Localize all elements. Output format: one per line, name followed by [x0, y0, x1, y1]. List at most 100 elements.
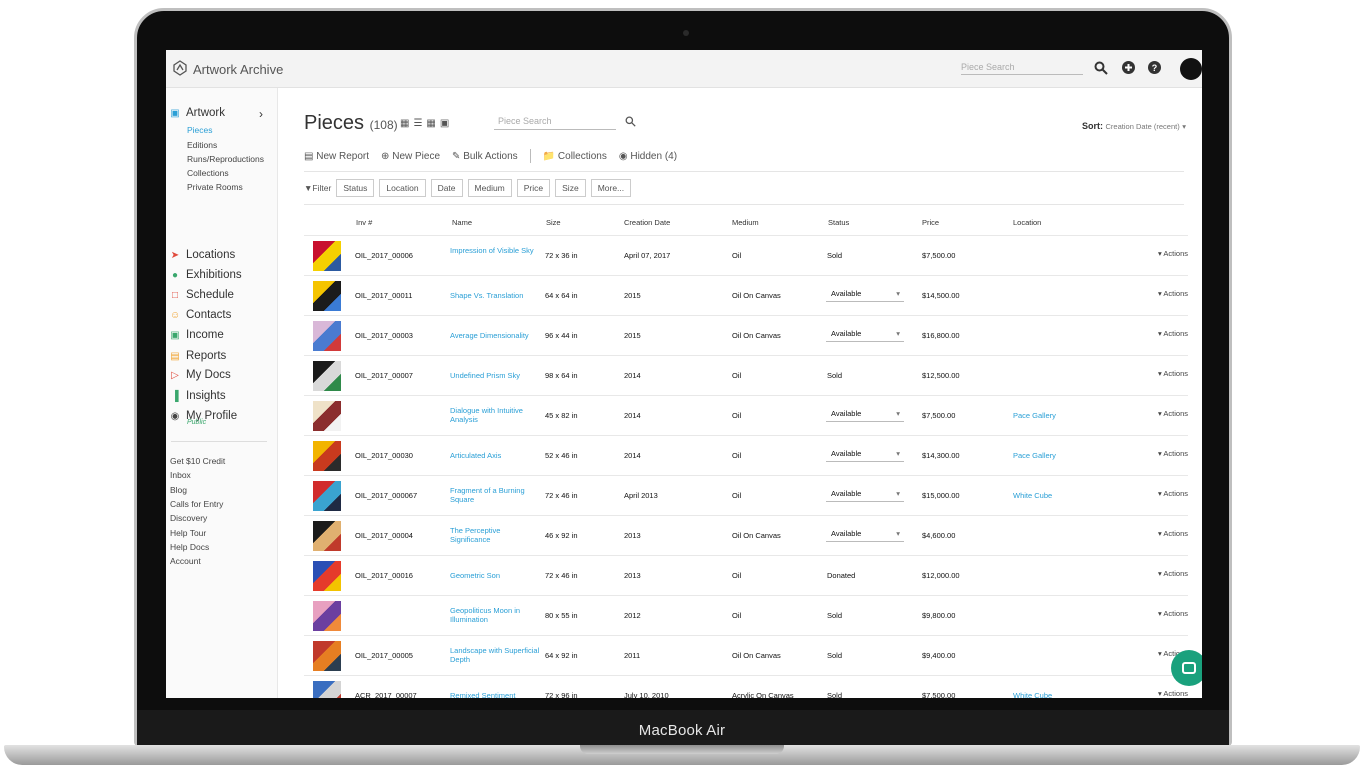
artwork-thumbnail[interactable] — [313, 601, 341, 631]
actions-dropdown[interactable]: ▾ Actions — [1158, 369, 1188, 378]
collections-button[interactable]: 📁 Collections — [543, 151, 607, 162]
actions-dropdown[interactable]: ▾ Actions — [1158, 329, 1188, 338]
column-header-location[interactable]: Location — [1013, 218, 1041, 227]
search-icon[interactable] — [1094, 61, 1108, 78]
search-icon[interactable] — [625, 116, 636, 130]
sidebar-item-income[interactable]: ▣ Income — [170, 329, 223, 341]
artwork-thumbnail[interactable] — [313, 321, 341, 351]
top-search-input[interactable]: Piece Search — [961, 62, 1083, 75]
sidebar-link-blog[interactable]: Blog — [170, 485, 187, 495]
table-row[interactable]: Dialogue with Intuitive Analysis 45 x 82 … — [304, 395, 1188, 435]
actions-dropdown[interactable]: ▾ Actions — [1158, 609, 1188, 618]
new-report-button[interactable]: ▤ New Report — [304, 151, 369, 162]
filter-label[interactable]: ▼Filter — [304, 183, 331, 193]
hidden-button[interactable]: ◉ Hidden (4) — [619, 151, 677, 162]
sidebar-link-account[interactable]: Account — [170, 556, 201, 566]
sidebar-item-contacts[interactable]: ☺ Contacts — [170, 309, 231, 321]
filter-chip-more[interactable]: More... — [590, 179, 632, 197]
actions-dropdown[interactable]: ▾ Actions — [1158, 449, 1188, 458]
table-row[interactable]: OIL_2017_00011 Shape Vs. Translation 64 x … — [304, 275, 1188, 315]
piece-name-link[interactable]: Dialogue with Intuitive Analysis — [450, 406, 542, 424]
chevron-right-icon[interactable]: › — [259, 107, 263, 121]
piece-name-link[interactable]: Geometric Son — [450, 571, 542, 580]
artwork-thumbnail[interactable] — [313, 561, 341, 591]
sidebar-link-help-tour[interactable]: Help Tour — [170, 528, 206, 538]
sidebar-link-get-10-credit[interactable]: Get $10 Credit — [170, 456, 225, 466]
table-row[interactable]: ACR_2017_00007 Remixed Sentiment 72 x 96 i… — [304, 675, 1188, 698]
sidebar-item-insights[interactable]: ▐ Insights — [170, 390, 225, 402]
table-row[interactable]: OIL_2017_00004 The Perceptive Significanc… — [304, 515, 1188, 555]
avatar[interactable] — [1180, 58, 1202, 80]
table-row[interactable]: OIL_2017_00030 Articulated Axis 52 x 46 in… — [304, 435, 1188, 475]
add-icon[interactable] — [1122, 61, 1135, 77]
filter-chip-location[interactable]: Location — [379, 179, 426, 197]
piece-name-link[interactable]: Average Dimensionality — [450, 331, 542, 340]
status-select[interactable]: Available — [826, 286, 904, 302]
location-link[interactable]: White Cube — [1013, 491, 1052, 500]
app-logo[interactable]: Artwork Archive — [172, 60, 283, 79]
actions-dropdown[interactable]: ▾ Actions — [1158, 409, 1188, 418]
actions-dropdown[interactable]: ▾ Actions — [1158, 489, 1188, 498]
sidebar-sub-runs[interactable]: Runs/Reproductions — [187, 154, 264, 164]
column-header-name[interactable]: Name — [452, 218, 472, 227]
filter-chip-size[interactable]: Size — [555, 179, 586, 197]
filter-chip-date[interactable]: Date — [430, 179, 463, 197]
help-icon[interactable]: ? — [1148, 61, 1161, 77]
image-view-icon[interactable]: ▣ — [440, 118, 453, 129]
sidebar-link-calls-for-entry[interactable]: Calls for Entry — [170, 499, 223, 509]
actions-dropdown[interactable]: ▾ Actions — [1158, 689, 1188, 698]
column-header-medium[interactable]: Medium — [732, 218, 759, 227]
grid-view-icon[interactable]: ▦ — [400, 118, 413, 129]
sidebar-item-reports[interactable]: ▤ Reports — [170, 350, 226, 362]
sidebar-link-inbox[interactable]: Inbox — [170, 470, 191, 480]
column-header-size[interactable]: Size — [546, 218, 561, 227]
table-row[interactable]: Geopoliticus Moon in Illumination 80 x 55… — [304, 595, 1188, 635]
sidebar-link-help-docs[interactable]: Help Docs — [170, 542, 209, 552]
sidebar-item-my-docs[interactable]: ▷ My Docs — [170, 369, 231, 381]
status-select[interactable]: Available — [826, 406, 904, 422]
artwork-thumbnail[interactable] — [313, 361, 341, 391]
table-row[interactable]: OIL_2017_000067 Fragment of a Burning Squ… — [304, 475, 1188, 515]
piece-name-link[interactable]: Landscape with Superficial Depth — [450, 646, 542, 664]
actions-dropdown[interactable]: ▾ Actions — [1158, 569, 1188, 578]
artwork-thumbnail[interactable] — [313, 681, 341, 698]
piece-name-link[interactable]: Undefined Prism Sky — [450, 371, 542, 380]
piece-search-input[interactable]: Piece Search — [494, 116, 616, 130]
sidebar-sub-collections[interactable]: Collections — [187, 168, 229, 178]
filter-chip-price[interactable]: Price — [516, 179, 551, 197]
artwork-thumbnail[interactable] — [313, 521, 341, 551]
sidebar-item-locations[interactable]: ➤ Locations — [170, 249, 235, 261]
artwork-thumbnail[interactable] — [313, 441, 341, 471]
new-piece-button[interactable]: ⊕ New Piece — [381, 151, 440, 162]
table-row[interactable]: OIL_2017_00005 Landscape with Superficial… — [304, 635, 1188, 675]
table-row[interactable]: OIL_2017_00007 Undefined Prism Sky 98 x 64… — [304, 355, 1188, 395]
location-link[interactable]: Pace Gallery — [1013, 411, 1056, 420]
artwork-thumbnail[interactable] — [313, 641, 341, 671]
location-link[interactable]: Pace Gallery — [1013, 451, 1056, 460]
actions-dropdown[interactable]: ▾ Actions — [1158, 529, 1188, 538]
actions-dropdown[interactable]: ▾ Actions — [1158, 249, 1188, 258]
status-select[interactable]: Available — [826, 486, 904, 502]
filter-chip-status[interactable]: Status — [336, 179, 375, 197]
piece-name-link[interactable]: Remixed Sentiment — [450, 691, 542, 698]
table-row[interactable]: OIL_2017_00006 Impression of Visible Sky 7… — [304, 235, 1188, 275]
status-select[interactable]: Available — [826, 446, 904, 462]
piece-name-link[interactable]: The Perceptive Significance — [450, 526, 542, 544]
table-row[interactable]: OIL_2017_00003 Average Dimensionality 96 x… — [304, 315, 1188, 355]
chat-button[interactable] — [1171, 650, 1202, 686]
piece-name-link[interactable]: Fragment of a Burning Square — [450, 486, 542, 504]
sort-dropdown[interactable]: Sort: Creation Date (recent) ▾ — [1082, 121, 1186, 131]
status-select[interactable]: Available — [826, 326, 904, 342]
sidebar-sub-private-rooms[interactable]: Private Rooms — [187, 182, 243, 192]
sidebar-sub-editions[interactable]: Editions — [187, 140, 217, 150]
piece-name-link[interactable]: Shape Vs. Translation — [450, 291, 542, 300]
piece-name-link[interactable]: Articulated Axis — [450, 451, 542, 460]
filter-chip-medium[interactable]: Medium — [467, 179, 512, 197]
sidebar-item-exhibitions[interactable]: ● Exhibitions — [170, 269, 242, 281]
column-header-creation-date[interactable]: Creation Date — [624, 218, 670, 227]
view-toggle[interactable]: ▦☰▦▣ — [400, 118, 453, 129]
artwork-thumbnail[interactable] — [313, 241, 341, 271]
artwork-thumbnail[interactable] — [313, 401, 341, 431]
status-select[interactable]: Available — [826, 526, 904, 542]
artwork-thumbnail[interactable] — [313, 281, 341, 311]
